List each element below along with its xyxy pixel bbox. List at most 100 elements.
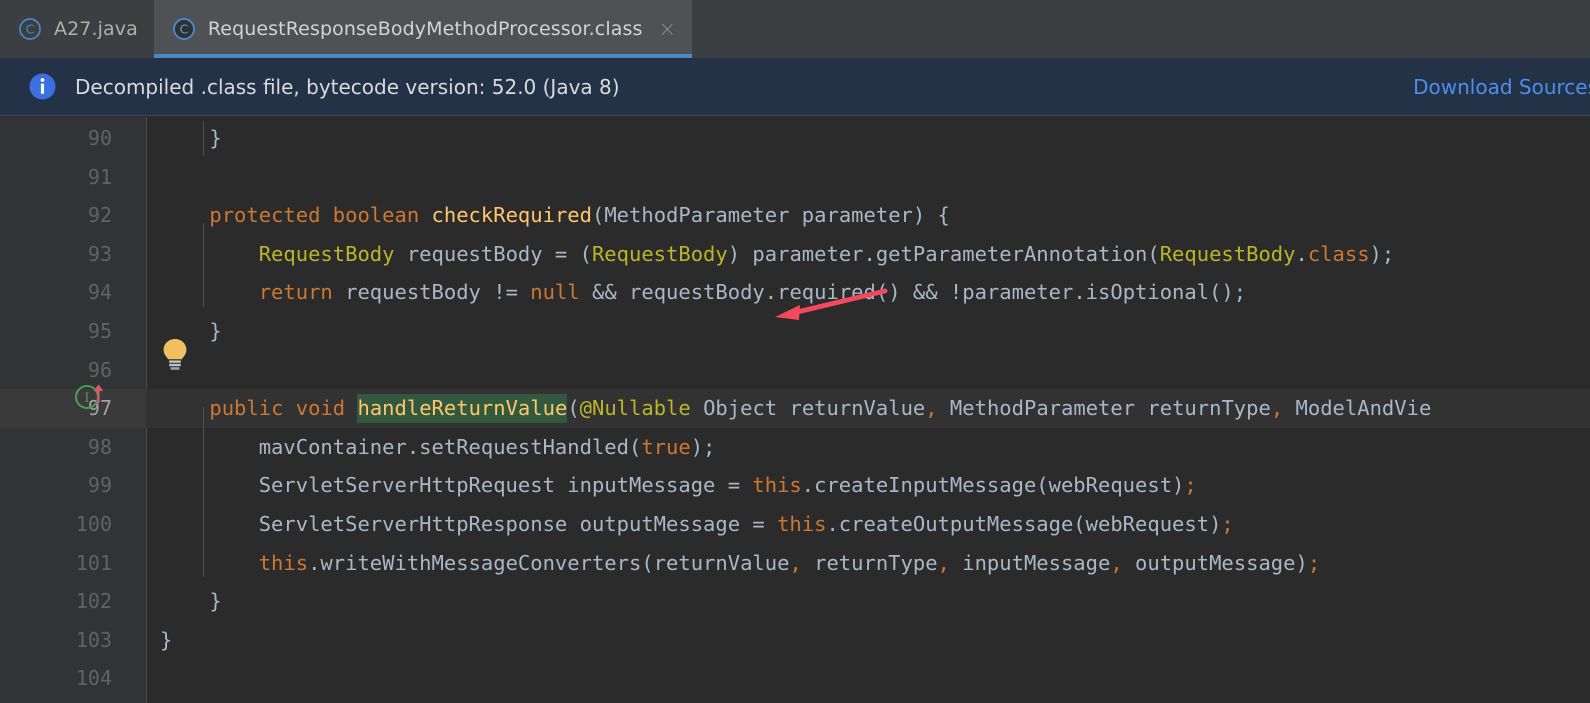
- code-line[interactable]: 91: [0, 158, 1590, 197]
- code-token: RequestBody: [1159, 241, 1296, 266]
- code-token: ,: [789, 550, 802, 575]
- code-token: ;: [1307, 550, 1321, 575]
- code-token: ServletServerHttpResponse outputMessage …: [258, 512, 778, 536]
- info-icon: [28, 72, 57, 101]
- code-token: @Nullable: [579, 396, 691, 421]
- line-number: 94: [87, 280, 112, 305]
- code-token: }: [209, 126, 222, 150]
- line-number: 103: [75, 627, 112, 652]
- line-number: 95: [87, 319, 112, 343]
- code-token: public: [209, 396, 296, 421]
- code-line[interactable]: 104: [0, 659, 1590, 698]
- code-token: .: [1295, 241, 1308, 266]
- code-editor[interactable]: 90} 91 92 protected boolean checkRequired(M…: [0, 117, 1590, 703]
- code-line[interactable]: 102}: [0, 582, 1590, 621]
- code-line[interactable]: 94 return requestBody != null && requestB…: [0, 273, 1590, 312]
- code-token: returnType: [801, 550, 938, 575]
- code-line-text: public void handleReturnValue(@Nullable …: [209, 389, 1431, 428]
- code-token: (MethodParameter parameter) {: [591, 203, 950, 228]
- tab-label: RequestResponseBodyMethodProcessor.class: [207, 18, 643, 40]
- line-number: 91: [87, 164, 112, 189]
- line-number: 99: [87, 473, 112, 498]
- code-token: && requestBody.required() && !parameter.…: [579, 280, 1247, 305]
- editor-tab-bar: C A27.java C RequestResponseBodyMethodPr…: [0, 0, 1590, 58]
- code-token: }: [209, 319, 222, 343]
- code-token: this: [752, 473, 802, 498]
- code-token: boolean: [332, 203, 432, 228]
- code-line-text: }: [160, 621, 172, 660]
- code-token: checkRequired: [431, 203, 592, 228]
- code-token: void: [295, 396, 358, 421]
- svg-text:C: C: [26, 22, 35, 37]
- code-line-text: ServletServerHttpResponse outputMessage …: [259, 505, 1234, 544]
- indent-guide: [203, 223, 204, 307]
- highlighted-identifier: handleReturnValue: [357, 394, 568, 424]
- code-token: this: [777, 512, 827, 536]
- code-token: ;: [1184, 473, 1197, 498]
- svg-text:I: I: [84, 391, 89, 406]
- code-line-text: mavContainer.setRequestHandled(true);: [259, 428, 716, 467]
- java-class-icon: C: [18, 17, 42, 41]
- line-number: 104: [75, 666, 112, 691]
- code-token: ) parameter.getParameterAnnotation(: [727, 241, 1160, 266]
- code-token: RequestBody: [591, 241, 728, 266]
- tab-a27-java[interactable]: C A27.java: [0, 0, 154, 58]
- code-line[interactable]: 99 ServletServerHttpRequest inputMessage …: [0, 466, 1590, 505]
- code-token: inputMessage: [949, 550, 1111, 575]
- code-line[interactable]: 90}: [0, 119, 1590, 158]
- code-token: ;: [1221, 512, 1234, 536]
- code-token: this: [258, 550, 309, 575]
- code-token: }: [160, 627, 173, 652]
- code-token: .writeWithMessageConverters(returnValue: [308, 550, 790, 575]
- line-number: 98: [87, 434, 112, 459]
- lightbulb-icon[interactable]: [160, 337, 190, 375]
- close-icon[interactable]: ×: [658, 18, 676, 40]
- code-token: RequestBody: [258, 241, 395, 266]
- code-token: (: [567, 396, 580, 421]
- tab-requestresponsebodymethodprocessor-class[interactable]: C RequestResponseBodyMethodProcessor.cla…: [153, 0, 693, 58]
- code-token: null: [530, 280, 580, 305]
- code-token: );: [1369, 241, 1395, 266]
- line-number: 102: [75, 589, 112, 614]
- code-token: return: [258, 280, 333, 305]
- code-token: .createInputMessage(webRequest): [801, 473, 1185, 498]
- code-token: ServletServerHttpRequest inputMessage =: [258, 473, 753, 498]
- code-line[interactable]: 95}: [0, 312, 1590, 351]
- code-line[interactable]: 100 ServletServerHttpResponse outputMessa…: [0, 505, 1590, 544]
- line-number: 92: [87, 203, 112, 228]
- code-token: true: [641, 434, 691, 459]
- line-number: 101: [75, 550, 112, 575]
- code-line[interactable]: 98 mavContainer.setRequestHandled(true);: [0, 428, 1590, 467]
- code-token: protected: [209, 203, 333, 228]
- code-line-text: RequestBody requestBody = (RequestBody) …: [259, 235, 1395, 274]
- code-token: ,: [1110, 550, 1123, 575]
- code-token: Object returnValue: [690, 396, 926, 421]
- code-line-text: }: [209, 312, 221, 351]
- code-line[interactable]: 97 public void handleReturnValue(@Nullabl…: [0, 389, 1590, 428]
- code-line[interactable]: 93 RequestBody requestBody = (RequestBody…: [0, 235, 1590, 274]
- notification-message: Decompiled .class file, bytecode version…: [75, 74, 620, 99]
- code-line-text: }: [209, 582, 221, 621]
- code-token: requestBody = (: [394, 241, 592, 266]
- code-line[interactable]: 103}: [0, 621, 1590, 660]
- decompiled-class-notification: Decompiled .class file, bytecode version…: [0, 58, 1590, 116]
- line-number: 93: [87, 241, 112, 266]
- code-line-text: ServletServerHttpRequest inputMessage = …: [259, 466, 1197, 505]
- implementing-method-icon[interactable]: I: [74, 381, 108, 415]
- java-class-icon: C: [172, 17, 196, 41]
- code-token: outputMessage): [1122, 550, 1308, 575]
- code-line-text: return requestBody != null && requestBod…: [259, 273, 1246, 312]
- code-line[interactable]: 96: [0, 351, 1590, 390]
- svg-text:C: C: [179, 22, 188, 37]
- line-number: 100: [75, 512, 112, 536]
- code-token: );: [690, 434, 716, 459]
- code-token: requestBody !=: [332, 280, 531, 305]
- code-token: ,: [1270, 396, 1284, 421]
- code-token: mavContainer.setRequestHandled(: [258, 434, 642, 459]
- code-line[interactable]: 101 this.writeWithMessageConverters(retur…: [0, 544, 1590, 583]
- code-token: ModelAndVie: [1283, 396, 1432, 421]
- code-line[interactable]: 92 protected boolean checkRequired(Method…: [0, 196, 1590, 235]
- tab-label: A27.java: [54, 18, 138, 40]
- download-sources-link[interactable]: Download Sources: [1413, 75, 1590, 99]
- code-line-text: protected boolean checkRequired(MethodPa…: [209, 196, 950, 235]
